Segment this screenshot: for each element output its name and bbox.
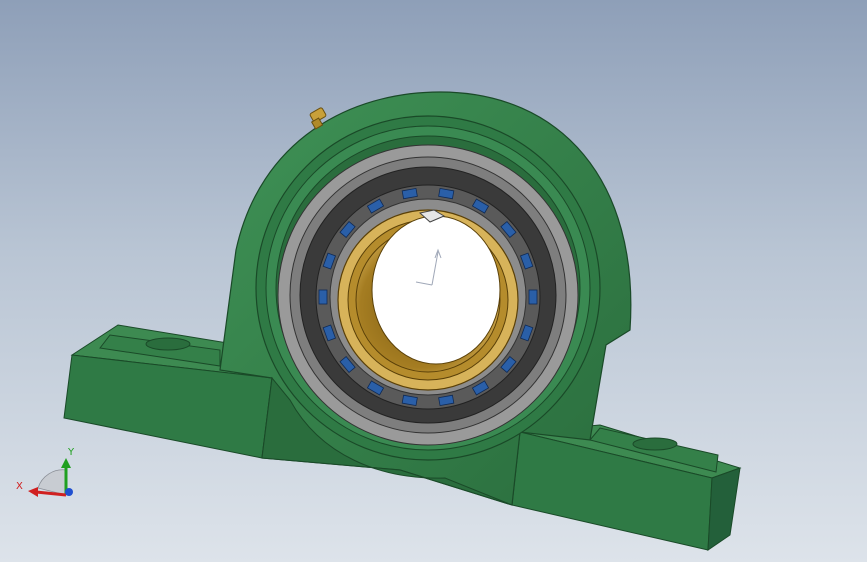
mounting-hole-left	[145, 337, 191, 351]
model-view[interactable]: Y X	[0, 0, 867, 562]
x-axis-label: X	[16, 481, 23, 492]
roller	[528, 289, 538, 305]
mounting-hole-right	[632, 437, 678, 451]
y-axis-label: Y	[67, 447, 75, 458]
base-right-foot	[511, 424, 742, 551]
shaft-bore	[371, 215, 501, 365]
bearing-insert	[337, 209, 519, 391]
z-axis-arrow	[65, 488, 73, 496]
graphics-viewport[interactable]: Y X	[0, 0, 867, 562]
coordinate-triad: Y X	[16, 447, 75, 497]
roller	[318, 289, 328, 305]
